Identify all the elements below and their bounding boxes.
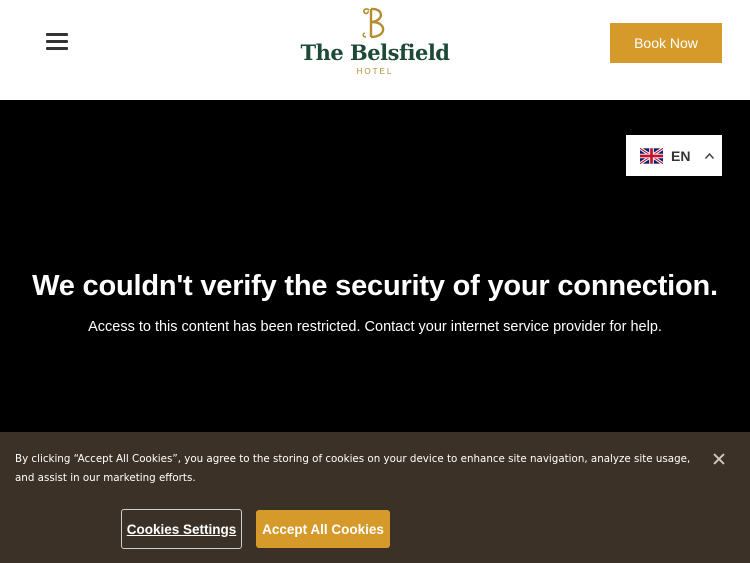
- book-now-button[interactable]: Book Now: [610, 23, 722, 63]
- error-headline: We couldn't verify the security of your …: [32, 270, 718, 302]
- close-icon[interactable]: [712, 452, 726, 466]
- menu-icon[interactable]: [46, 32, 68, 52]
- menu-icon-bar: [46, 33, 68, 36]
- belsfield-monogram-icon: [362, 7, 385, 39]
- uk-flag-icon: [640, 147, 663, 164]
- site-header: The Belsfield HOTEL Book Now: [0, 0, 750, 100]
- menu-icon-bar: [46, 47, 68, 50]
- language-code: EN: [671, 147, 691, 164]
- menu-icon-bar: [46, 40, 68, 43]
- brand-subtitle: HOTEL: [356, 67, 394, 76]
- cookie-banner: By clicking “Accept All Cookies”, you ag…: [0, 432, 750, 563]
- language-selector[interactable]: EN: [626, 135, 722, 176]
- chevron-up-icon: [705, 152, 715, 159]
- site-logo[interactable]: The Belsfield HOTEL: [300, 6, 450, 80]
- error-description: Access to this content has been restrict…: [88, 319, 662, 335]
- accept-all-cookies-button[interactable]: Accept All Cookies: [256, 510, 390, 548]
- cookies-settings-button[interactable]: Cookies Settings: [121, 509, 242, 549]
- brand-name: The Belsfield: [300, 40, 450, 65]
- cookie-banner-text: By clicking “Accept All Cookies”, you ag…: [15, 453, 691, 484]
